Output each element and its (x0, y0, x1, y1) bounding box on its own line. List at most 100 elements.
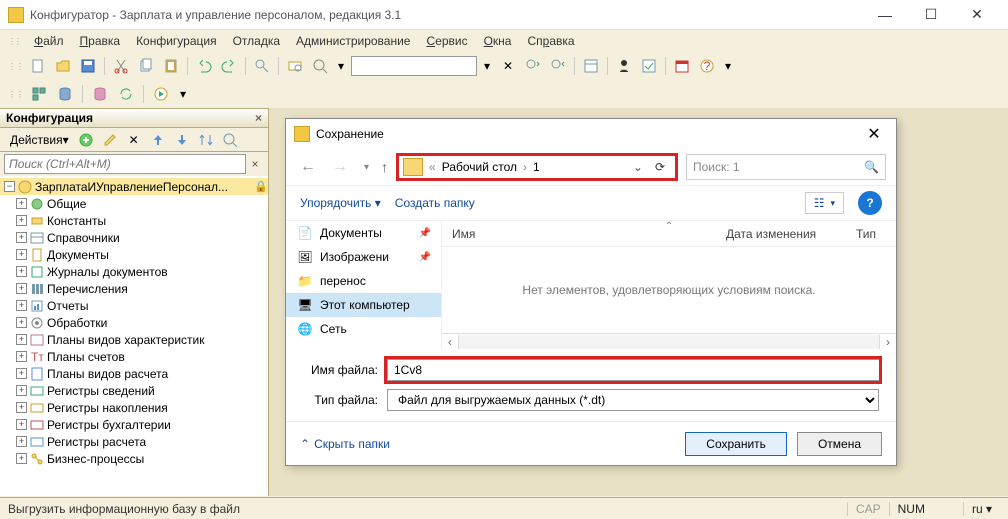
panel-close-icon[interactable]: × (255, 111, 262, 125)
tree-item[interactable]: +Регистры накопления (0, 399, 268, 416)
collapse-icon[interactable]: − (4, 181, 15, 192)
place-item[interactable]: 🖥Этот компьютер (286, 293, 441, 317)
breadcrumb-part[interactable]: Рабочий стол (442, 160, 517, 174)
filter-icon[interactable] (219, 129, 241, 151)
expand-icon[interactable]: + (16, 385, 27, 396)
chevron-right-icon[interactable]: › (523, 160, 527, 174)
search-combo[interactable] (351, 56, 477, 76)
refresh-button[interactable]: ⟳ (649, 160, 671, 174)
up-button[interactable]: ↑ (381, 159, 388, 175)
tree-item[interactable]: +Регистры бухгалтерии (0, 416, 268, 433)
new-icon[interactable] (27, 55, 49, 77)
syntax-icon[interactable] (613, 55, 635, 77)
edit-icon[interactable] (99, 129, 121, 151)
expand-icon[interactable]: + (16, 402, 27, 413)
menu-help[interactable]: Справка (521, 32, 580, 50)
expand-icon[interactable]: + (16, 317, 27, 328)
back-button[interactable]: ← (296, 158, 320, 176)
place-item[interactable]: 🌐Сеть (286, 317, 441, 341)
dialog-search-input[interactable]: Поиск: 1 🔍 (686, 154, 886, 180)
dropdown-icon[interactable]: ▾ (334, 59, 348, 73)
props-icon[interactable] (580, 55, 602, 77)
address-dropdown[interactable]: ⌄ (633, 160, 643, 174)
zoom-icon[interactable] (284, 55, 306, 77)
menu-admin[interactable]: Администрирование (290, 32, 416, 50)
filetype-select[interactable]: Файл для выгружаемых данных (*.dt) (387, 389, 879, 411)
col-type[interactable]: Тип (846, 227, 896, 241)
run-icon[interactable] (150, 83, 172, 105)
forward-button[interactable]: → (328, 158, 352, 176)
tree-icon[interactable] (28, 83, 50, 105)
place-item[interactable]: 📄Документы📌 (286, 221, 441, 245)
clear-icon[interactable]: ✕ (497, 55, 519, 77)
hide-folders-link[interactable]: ⌃ Скрыть папки (300, 437, 390, 451)
cancel-button[interactable]: Отмена (797, 432, 882, 456)
expand-icon[interactable]: + (16, 198, 27, 209)
undo-icon[interactable] (193, 55, 215, 77)
breadcrumb-part[interactable]: 1 (533, 160, 540, 174)
col-date[interactable]: Дата изменения (716, 227, 846, 241)
dropdown-icon[interactable]: ▾ (176, 87, 190, 101)
pin-icon[interactable]: 📌 (419, 228, 431, 239)
tree-item[interactable]: +Константы (0, 212, 268, 229)
tree-item[interactable]: +Отчеты (0, 297, 268, 314)
tree-item[interactable]: +Регистры сведений (0, 382, 268, 399)
save-icon[interactable] (77, 55, 99, 77)
help-icon[interactable]: ? (696, 55, 718, 77)
add-icon[interactable] (75, 129, 97, 151)
sort-icon[interactable] (195, 129, 217, 151)
expand-icon[interactable]: + (16, 283, 27, 294)
expand-icon[interactable]: + (16, 419, 27, 430)
find-prev-icon[interactable] (547, 55, 569, 77)
calendar-icon[interactable] (671, 55, 693, 77)
dropdown-icon[interactable]: ▾ (721, 59, 735, 73)
col-name[interactable]: Имя (442, 227, 716, 241)
tree-item[interactable]: +Справочники (0, 229, 268, 246)
menu-service[interactable]: Сервис (420, 32, 473, 50)
place-item[interactable]: 📁перенос (286, 269, 441, 293)
search-icon[interactable]: 🔍 (864, 160, 879, 174)
tree-item[interactable]: +Бизнес-процессы (0, 450, 268, 467)
pin-icon[interactable]: 📌 (419, 252, 431, 263)
expand-icon[interactable]: + (16, 249, 27, 260)
up-icon[interactable] (147, 129, 169, 151)
open-icon[interactable] (52, 55, 74, 77)
scroll-left-icon[interactable]: ‹ (442, 335, 458, 349)
cut-icon[interactable] (110, 55, 132, 77)
actions-menu[interactable]: Действия ▾ (6, 131, 73, 149)
dialog-close-button[interactable]: ✕ (860, 124, 888, 144)
save-button[interactable]: Сохранить (685, 432, 787, 456)
help-button[interactable]: ? (858, 191, 882, 215)
tree-item[interactable]: +Планы видов характеристик (0, 331, 268, 348)
h-scrollbar[interactable]: ‹ › (442, 333, 896, 349)
status-lang[interactable]: ru ▾ (963, 502, 1000, 516)
menu-debug[interactable]: Отладка (227, 32, 286, 50)
menu-file[interactable]: Файл (28, 32, 70, 50)
clear-search-icon[interactable]: × (246, 157, 264, 171)
dropdown-icon[interactable]: ▾ (480, 59, 494, 73)
organize-menu[interactable]: Упорядочить ▾ (300, 196, 381, 210)
expand-icon[interactable]: + (16, 232, 27, 243)
find-icon[interactable] (251, 55, 273, 77)
menu-config[interactable]: Конфигурация (130, 32, 223, 50)
file-list[interactable]: ⌃ Имя Дата изменения Тип Нет элементов, … (442, 221, 896, 349)
tree-item[interactable]: +Журналы документов (0, 263, 268, 280)
tree-item[interactable]: +Общие (0, 195, 268, 212)
config-tree[interactable]: −ЗарплатаИУправлениеПерсонал...🔒+Общие+К… (0, 176, 268, 496)
filename-input[interactable] (387, 359, 879, 381)
expand-icon[interactable]: + (16, 436, 27, 447)
panel-search-input[interactable] (4, 154, 246, 174)
paste-icon[interactable] (160, 55, 182, 77)
expand-icon[interactable]: + (16, 453, 27, 464)
down-icon[interactable] (171, 129, 193, 151)
minimize-button[interactable]: — (862, 0, 908, 30)
tree-item[interactable]: +Перечисления (0, 280, 268, 297)
refresh-icon[interactable] (115, 83, 137, 105)
expand-icon[interactable]: + (16, 266, 27, 277)
expand-icon[interactable]: + (16, 334, 27, 345)
menu-windows[interactable]: Окна (478, 32, 518, 50)
tree-item[interactable]: +Обработки (0, 314, 268, 331)
db2-icon[interactable] (89, 83, 111, 105)
tree-item[interactable]: +Документы (0, 246, 268, 263)
tree-item[interactable]: +Планы видов расчета (0, 365, 268, 382)
